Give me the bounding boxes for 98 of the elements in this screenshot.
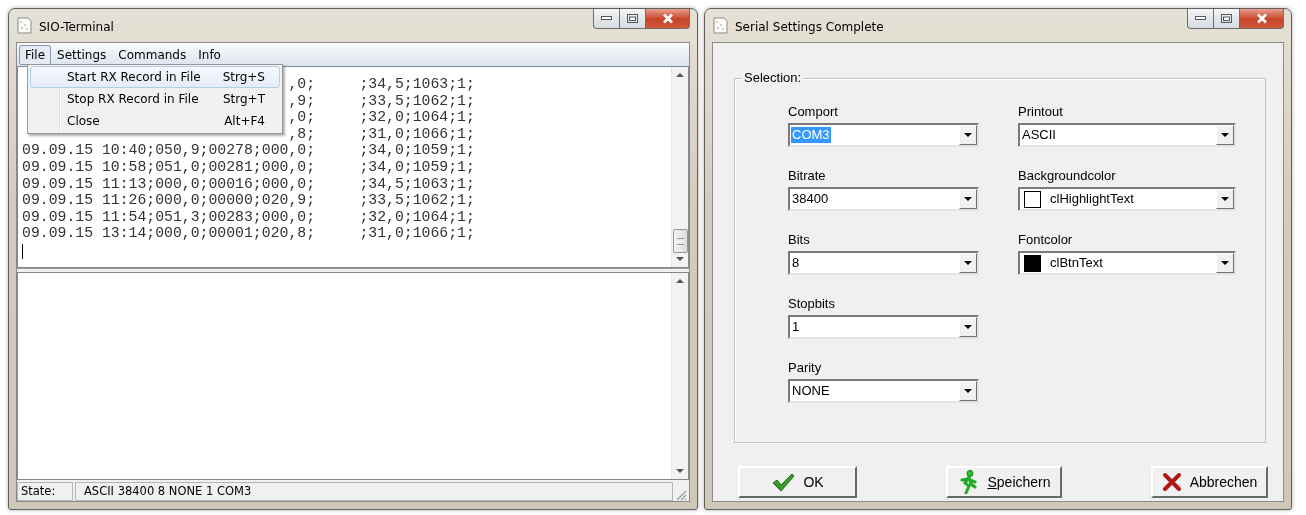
field-label: Comport — [788, 104, 839, 120]
field-label: Parity — [788, 360, 823, 376]
dropdown-button[interactable] — [959, 125, 977, 145]
field-label: Backgroundcolor — [1018, 168, 1117, 184]
terminal-text: ;31,0;1066;1; — [359, 225, 475, 242]
terminal-text: ;34,0;1059;1; — [359, 158, 475, 176]
maximize-icon — [627, 14, 638, 23]
dropdown-button[interactable] — [959, 189, 977, 209]
shortcut-text: Strg+T — [222, 91, 265, 108]
scroll-up-icon[interactable] — [676, 279, 684, 283]
dropdown-button[interactable] — [959, 253, 977, 273]
field-value: clBtnText — [1049, 255, 1104, 271]
menu-entry[interactable]: Start RX Record in File Strg+S — [30, 66, 280, 88]
shortcut-text: Strg+S — [222, 69, 265, 86]
field-value: COM3 — [791, 127, 831, 143]
terminal-text: ,0; — [288, 76, 315, 92]
resize-grip-icon[interactable] — [675, 489, 689, 501]
field-value: ASCII — [1021, 127, 1057, 143]
terminal-text: ,9; — [288, 92, 315, 109]
dropdown-button[interactable] — [1216, 125, 1234, 145]
field-label: Bits — [788, 232, 811, 248]
minimize-icon — [601, 16, 612, 21]
minimize-icon — [1195, 16, 1206, 21]
scroll-down-icon[interactable] — [676, 257, 684, 261]
cross-icon — [1161, 472, 1182, 492]
menu-item[interactable]: Info — [192, 44, 227, 65]
window-title: Serial Settings Complete — [735, 19, 884, 36]
menu-entry-label: Stop RX Record in File — [67, 91, 199, 108]
dropdown-field[interactable]: NONE — [788, 379, 979, 403]
terminal-text: ;32,0;1064;1; — [359, 109, 475, 126]
terminal-text: ;34,5;1063;1; — [359, 175, 475, 193]
status-label: State: — [17, 482, 73, 501]
dropdown-button[interactable] — [1216, 189, 1234, 209]
close-button[interactable] — [646, 9, 690, 29]
terminal-text: ;33,5;1062;1; — [359, 192, 475, 209]
maximize-icon — [1221, 14, 1232, 23]
field-value: 1 — [791, 319, 801, 335]
input-textarea[interactable] — [17, 272, 689, 480]
scroll-thumb[interactable] — [672, 229, 688, 253]
field-value: 8 — [791, 255, 801, 271]
field-value: 38400 — [791, 191, 830, 207]
dropdown-button[interactable] — [959, 317, 977, 337]
dropdown-field[interactable]: 1 — [788, 315, 979, 339]
terminal-text: ;33,5;1062;1; — [359, 92, 475, 110]
terminal-text: ;34,0;1059;1; — [359, 142, 475, 159]
field-label: Fontcolor — [1018, 232, 1074, 248]
maximize-button[interactable] — [620, 9, 646, 29]
close-button[interactable] — [1240, 9, 1284, 29]
scrollbar[interactable] — [671, 273, 688, 479]
scrollbar[interactable] — [671, 67, 688, 267]
dropdown-field[interactable]: clHighlightText — [1018, 187, 1236, 211]
terminal-text: ;31,0;1066;1; — [359, 125, 475, 143]
shortcut-text: Alt+F4 — [224, 113, 265, 130]
dropdown-field[interactable]: 8 — [788, 251, 979, 275]
menu-item[interactable]: Commands — [112, 44, 193, 65]
terminal-text: ,0; — [288, 109, 315, 126]
close-icon — [661, 13, 674, 24]
close-icon — [1255, 13, 1268, 24]
scroll-up-icon[interactable] — [676, 73, 684, 77]
terminal-text: 09.09.15 11:54;051,3;00283;000,0; — [22, 208, 316, 225]
status-text: ASCII 38400 8 NONE 1 COM3 — [75, 482, 673, 501]
terminal-text: 09.09.15 13:14;000,0;00001;020,8; — [22, 225, 316, 242]
app-icon — [16, 17, 33, 34]
dropdown-field[interactable]: ASCII — [1018, 123, 1236, 147]
menu-entry-label: Close — [67, 113, 100, 130]
minimize-button[interactable] — [1187, 9, 1214, 29]
menu-entry[interactable]: Close Alt+F4 — [30, 110, 280, 132]
dropdown-field[interactable]: clBtnText — [1018, 251, 1236, 275]
field-value: clHighlightText — [1049, 191, 1135, 207]
app-icon — [712, 17, 729, 34]
terminal-text: 09.09.15 10:58;051,0;00281;000,0; — [22, 158, 316, 175]
minimize-button[interactable] — [593, 9, 620, 29]
text-cursor — [22, 243, 23, 259]
terminal-text: ,8; — [288, 125, 315, 142]
terminal-text: ;32,0;1064;1; — [359, 208, 475, 226]
menu-item[interactable]: File — [19, 44, 52, 65]
terminal-text: 09.09.15 11:26;000,0;00000;020,9; — [22, 192, 316, 209]
maximize-button[interactable] — [1214, 9, 1240, 29]
field-label: Stopbits — [788, 296, 836, 312]
field-value: NONE — [791, 383, 831, 399]
terminal-text: 09.09.15 11:13;000,0;00016;000,0; — [22, 175, 316, 192]
save-button[interactable]: Speichern — [946, 466, 1062, 498]
field-label: Bitrate — [788, 168, 827, 184]
dropdown-field[interactable]: 38400 — [788, 187, 979, 211]
terminal-text: 09.09.15 10:40;050,9;00278;000,0; — [22, 142, 316, 159]
cancel-button[interactable]: Abbrechen — [1151, 466, 1268, 498]
checkmark-icon — [771, 472, 796, 492]
window-title: SIO-Terminal — [39, 19, 114, 36]
menu-item[interactable]: Settings — [51, 44, 113, 65]
dropdown-button[interactable] — [1216, 253, 1234, 273]
dropdown-button[interactable] — [959, 381, 977, 401]
menu-entry-label: Start RX Record in File — [67, 69, 201, 86]
output-textarea[interactable] — [17, 66, 689, 268]
terminal-text: ;34,5;1063;1; — [359, 76, 475, 93]
ok-button[interactable]: OK — [738, 466, 857, 498]
scroll-down-icon[interactable] — [676, 469, 684, 473]
menu-entry[interactable]: Stop RX Record in File Strg+T — [30, 88, 280, 110]
field-label: Printout — [1018, 104, 1064, 120]
